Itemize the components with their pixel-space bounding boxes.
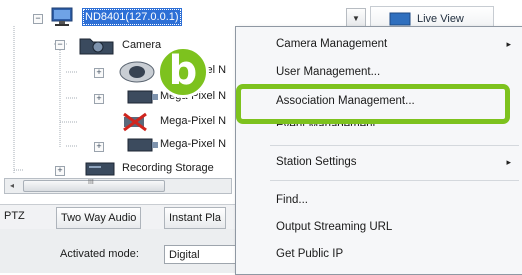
camera-item-label[interactable]: Mega-Pixel N <box>160 115 226 127</box>
highlight-annotation-box <box>236 84 510 124</box>
box-camera-icon <box>127 138 158 152</box>
box-camera-icon <box>127 90 158 104</box>
camera-item-label[interactable]: Mega-Pixel N <box>160 138 226 150</box>
menu-separator <box>270 145 519 146</box>
menu-item-label: Station Settings <box>276 156 357 168</box>
submenu-arrow-icon: ▸ <box>506 157 511 167</box>
ptz-camera-icon <box>119 61 155 83</box>
menu-item-user-management[interactable]: User Management... <box>276 61 511 83</box>
tab-two-way-audio[interactable]: Two Way Audio <box>56 207 142 229</box>
recording-storage-label[interactable]: Recording Storage <box>122 162 214 174</box>
thumb-grip: III <box>88 179 94 186</box>
context-menu: Camera Management ▸ User Management... A… <box>235 26 522 275</box>
expand-toggle-camera-1[interactable]: + <box>94 68 104 78</box>
disconnected-camera-icon <box>123 112 147 132</box>
tab-instant-playback[interactable]: Instant Pla <box>164 207 226 229</box>
menu-separator <box>270 180 519 181</box>
menu-item-label: User Management... <box>276 66 381 78</box>
menu-item-find[interactable]: Find... <box>276 189 511 211</box>
expand-toggle-camera-4[interactable]: + <box>94 142 104 152</box>
activated-mode-select[interactable]: Digital <box>164 245 236 264</box>
live-view-icon <box>389 12 411 26</box>
menu-item-label: Get Public IP <box>276 248 344 260</box>
expand-toggle-recording[interactable]: + <box>55 166 65 176</box>
activated-mode-label: Activated mode: <box>60 248 139 260</box>
storage-icon <box>85 162 115 176</box>
activated-mode-panel: Activated mode: Digital <box>0 229 236 273</box>
camera-group-icon <box>79 38 114 55</box>
scroll-left-icon[interactable]: ◂ <box>5 179 19 193</box>
step-badge: b <box>157 46 209 98</box>
bottom-tab-strip: PTZ Two Way Audio Instant Pla <box>0 204 235 229</box>
tab-ptz[interactable]: PTZ <box>0 206 29 226</box>
tree-horizontal-scrollbar[interactable]: ◂ III <box>4 178 232 194</box>
menu-item-camera-management[interactable]: Camera Management ▸ <box>276 33 511 55</box>
menu-item-get-public-ip[interactable]: Get Public IP <box>276 243 511 265</box>
server-node-label[interactable]: ND8401(127.0.0.1) <box>82 8 182 26</box>
menu-item-label: Output Streaming URL <box>276 221 393 233</box>
submenu-arrow-icon: ▸ <box>506 39 511 49</box>
collapse-toggle-server[interactable]: − <box>33 14 43 24</box>
menu-item-label: Find... <box>276 194 308 206</box>
chevron-down-icon: ▼ <box>352 14 360 23</box>
menu-item-label: Camera Management <box>276 38 388 50</box>
scrollbar-thumb[interactable]: III <box>23 179 165 192</box>
camera-group-label[interactable]: Camera <box>122 39 161 51</box>
collapse-toggle-camera[interactable]: − <box>55 40 65 50</box>
menu-item-output-streaming-url[interactable]: Output Streaming URL <box>276 216 511 238</box>
monitor-icon <box>51 7 73 26</box>
menu-item-station-settings[interactable]: Station Settings ▸ <box>276 151 511 173</box>
expand-toggle-camera-2[interactable]: + <box>94 94 104 104</box>
